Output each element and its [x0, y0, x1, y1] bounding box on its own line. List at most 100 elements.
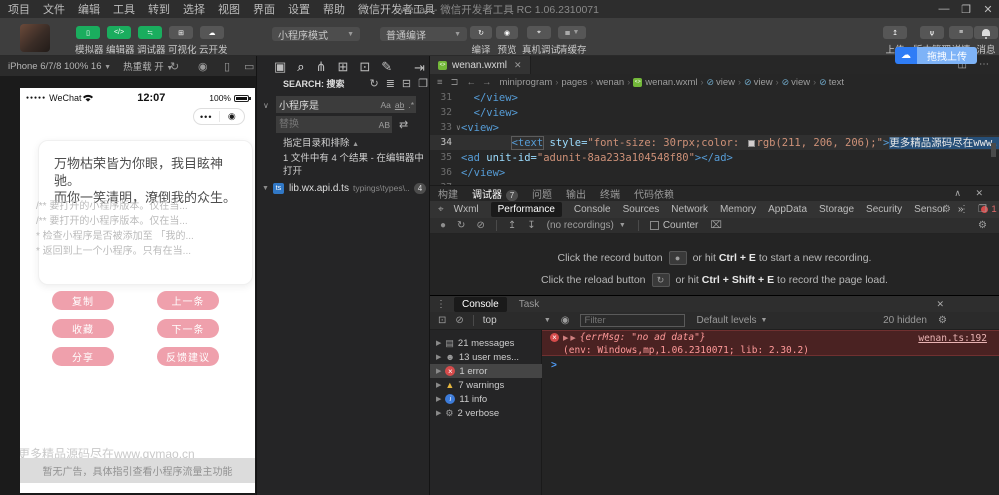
code-editor[interactable]: 31 </view> 32 </view> 33∨<view> 34 <text…: [430, 90, 999, 185]
crumb-pages[interactable]: pages: [561, 77, 587, 88]
next-button[interactable]: 下一条: [157, 319, 219, 338]
console-error-entry[interactable]: × ▶ ▶ {errMsg: "no ad data"} (env: Windo…: [542, 330, 999, 356]
error-source-link[interactable]: wenan.ts:192: [918, 333, 987, 344]
filter-warnings[interactable]: ▶▲7 warnings: [430, 378, 542, 392]
hot-reload-toggle[interactable]: 热重载 开 ▼: [123, 59, 173, 73]
debugger-button[interactable]: ≒ 调试器: [137, 26, 163, 56]
crumb-file[interactable]: wenan.wxml: [645, 77, 697, 88]
preview-button[interactable]: ◉ 预览: [496, 26, 518, 56]
inspect-element-icon[interactable]: ⌖: [438, 204, 444, 215]
maximize-icon[interactable]: ❐: [955, 3, 977, 16]
console-filter-input[interactable]: [580, 314, 685, 327]
tab-wenan-wxml[interactable]: <> wenan.wxml ✕: [430, 56, 531, 74]
close-tab-icon[interactable]: ✕: [514, 60, 522, 71]
perf-settings-icon[interactable]: ⚙: [978, 220, 987, 231]
git-branch-icon[interactable]: ⋔: [316, 59, 327, 75]
preserve-case-icon[interactable]: AB: [379, 120, 390, 130]
crumb-view[interactable]: view: [716, 77, 735, 88]
minimize-icon[interactable]: —: [933, 3, 955, 15]
console-sidebar-toggle-icon[interactable]: ⊡: [438, 315, 446, 326]
feedback-button[interactable]: 反馈建议: [157, 347, 219, 366]
trash-icon[interactable]: ⌧: [710, 220, 722, 231]
devtab-memory[interactable]: Memory: [720, 204, 756, 215]
nav-back-icon[interactable]: ←: [467, 77, 477, 88]
files-icon[interactable]: ▣: [274, 59, 286, 75]
devtab-security[interactable]: Security: [866, 204, 902, 215]
match-case-icon[interactable]: Aa: [380, 100, 390, 110]
archive-icon[interactable]: ⊡: [359, 59, 370, 75]
tab-problems[interactable]: 问题: [532, 186, 552, 201]
extensions-icon[interactable]: ⊞: [337, 59, 348, 75]
previous-button[interactable]: 上一条: [157, 291, 219, 310]
record-icon[interactable]: ●: [440, 220, 446, 231]
more-icon[interactable]: •••: [194, 112, 219, 122]
crumb-text[interactable]: text: [829, 77, 844, 88]
clear-icon[interactable]: ⊘: [476, 220, 484, 231]
mode-dropdown[interactable]: 小程序模式 ▼: [272, 27, 360, 41]
new-search-icon[interactable]: ⊟: [402, 77, 411, 90]
nav-forward-icon[interactable]: →: [482, 77, 492, 88]
clear-console-icon[interactable]: ⊘: [455, 315, 463, 326]
device-selector[interactable]: iPhone 6/7/8 100% 16 ▼: [8, 61, 111, 72]
drawer-tab-console[interactable]: Console: [454, 297, 507, 312]
tab-terminal[interactable]: 终端: [600, 186, 620, 201]
filter-all-messages[interactable]: ▶▤21 messages: [430, 336, 542, 350]
close-icon[interactable]: ✕: [977, 3, 999, 16]
devtab-console[interactable]: Console: [574, 204, 611, 215]
drawer-tab-task[interactable]: Task: [519, 299, 540, 310]
refresh-results-icon[interactable]: ↻: [369, 77, 378, 90]
regex-icon[interactable]: .*: [408, 100, 414, 110]
device-debug-button[interactable]: ⌖ 真机调试: [522, 26, 556, 56]
collapse-sidebar-icon[interactable]: ⇥: [414, 60, 425, 76]
close-panel-icon[interactable]: ✕: [975, 188, 983, 199]
copy-button[interactable]: 复制: [52, 291, 114, 310]
project-avatar[interactable]: [20, 24, 50, 52]
simulator-button[interactable]: ▯ 模拟器: [75, 26, 101, 56]
counter-checkbox[interactable]: Counter: [650, 220, 699, 231]
kebab-menu-icon[interactable]: ⋮: [959, 204, 969, 215]
close-drawer-icon[interactable]: ✕: [936, 299, 944, 310]
reload-record-icon[interactable]: ↻: [457, 220, 465, 231]
recordings-dropdown[interactable]: (no recordings) ▼: [547, 220, 626, 231]
devtab-appdata[interactable]: AppData: [768, 204, 807, 215]
replace-all-icon[interactable]: ⇄: [399, 118, 408, 131]
save-profile-icon[interactable]: ↧: [527, 220, 535, 231]
filter-errors[interactable]: ▶×1 error: [430, 364, 542, 378]
drawer-kebab-icon[interactable]: ⋮: [436, 299, 446, 310]
device-frame-icon[interactable]: ▯: [224, 60, 230, 73]
scope-toggle[interactable]: 指定目录和排除 ▲: [283, 135, 359, 149]
filter-user-messages[interactable]: ▶☻13 user mes...: [430, 350, 542, 364]
crumb-view[interactable]: view: [754, 77, 773, 88]
console-prompt[interactable]: >: [551, 360, 557, 371]
replace-input[interactable]: [276, 116, 375, 133]
favorite-button[interactable]: 收藏: [52, 319, 114, 338]
exit-icon[interactable]: ◉: [220, 111, 245, 122]
clear-cache-button[interactable]: ≣▼ 清缓存: [558, 26, 586, 56]
edit-icon[interactable]: ✎: [381, 59, 392, 75]
share-button[interactable]: 分享: [52, 347, 114, 366]
record-icon[interactable]: ●: [669, 251, 687, 265]
clear-results-icon[interactable]: ≣: [386, 77, 395, 90]
editor-scrollbar[interactable]: [991, 143, 996, 157]
devtab-wxml[interactable]: Wxml: [454, 204, 479, 215]
filter-info[interactable]: ▶i11 info: [430, 392, 542, 406]
devtools-settings-icon[interactable]: ⚙: [942, 204, 951, 215]
search-icon[interactable]: ⌕: [297, 59, 304, 75]
devtab-performance[interactable]: Performance: [491, 202, 562, 217]
crumb-miniprogram[interactable]: miniprogram: [500, 77, 553, 88]
tab-code-deps[interactable]: 代码依赖: [634, 186, 674, 201]
rotate-icon[interactable]: ↻: [170, 60, 179, 73]
load-profile-icon[interactable]: ↥: [508, 220, 516, 231]
color-swatch[interactable]: [748, 140, 755, 147]
collapse-panel-icon[interactable]: ∧: [954, 188, 961, 199]
compile-button[interactable]: ↻ 编译: [470, 26, 492, 56]
cloud-dev-button[interactable]: ☁ 云开发: [199, 26, 225, 56]
crumb-view[interactable]: view: [791, 77, 810, 88]
bookmark-icon[interactable]: ⊐: [451, 77, 459, 88]
devtab-network[interactable]: Network: [671, 204, 708, 215]
tab-debugger[interactable]: 调试器7: [472, 186, 518, 201]
filter-verbose[interactable]: ▶⚙2 verbose: [430, 406, 542, 420]
reload-icon[interactable]: ↻: [652, 273, 670, 287]
context-dropdown[interactable]: top ▼: [483, 315, 551, 326]
whole-word-icon[interactable]: ab: [395, 100, 404, 110]
